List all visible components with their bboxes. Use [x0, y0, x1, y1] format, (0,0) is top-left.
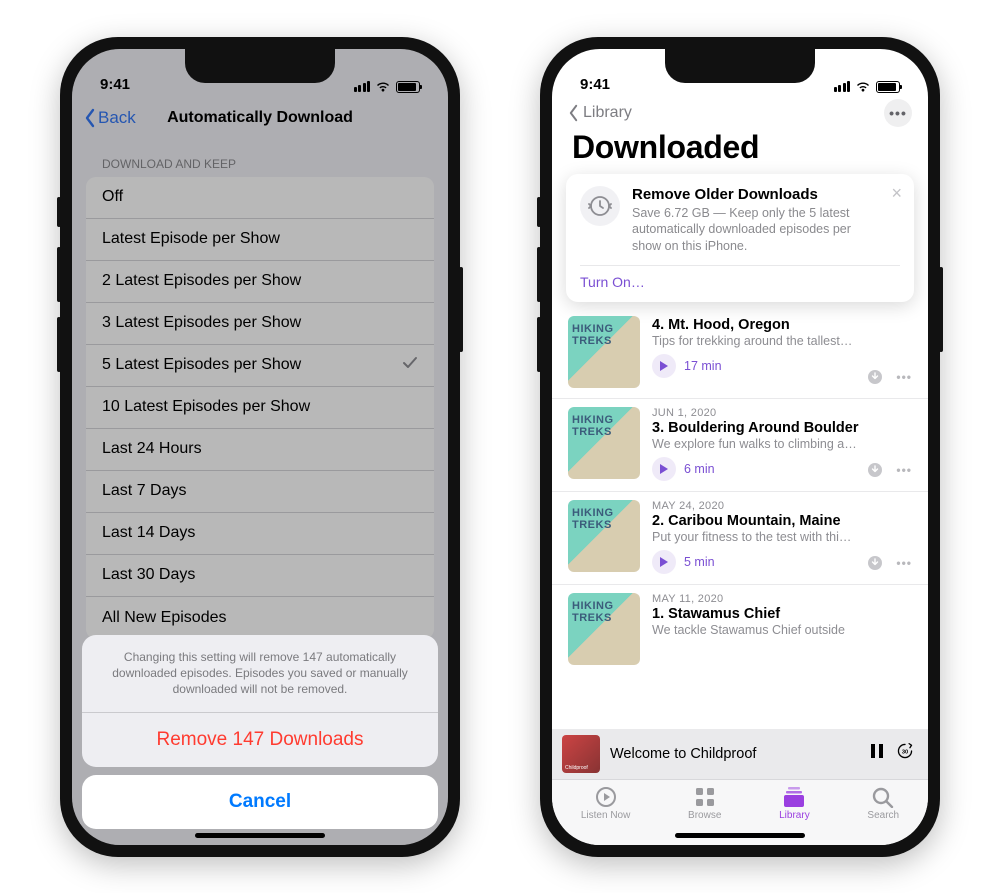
- nav-bar: Library •••: [552, 97, 928, 127]
- search-icon: [871, 786, 895, 808]
- remove-older-banner: × Remove Older Downloads Save 6.72 GB — …: [566, 174, 914, 303]
- episode-duration: 5 min: [684, 555, 715, 569]
- downloaded-icon: [868, 463, 882, 477]
- library-icon: [782, 786, 806, 808]
- episode-more-button[interactable]: •••: [896, 556, 912, 570]
- episode-date: May 11, 2020: [652, 593, 912, 605]
- podcast-artwork: [568, 593, 640, 665]
- skip-forward-30-button[interactable]: 30: [896, 742, 914, 765]
- tab-listen-now[interactable]: Listen Now: [581, 786, 630, 821]
- play-button[interactable]: [652, 354, 676, 378]
- episode-row[interactable]: May 11, 2020 1. Stawamus Chief We tackle…: [552, 585, 928, 675]
- action-sheet-message: Changing this setting will remove 147 au…: [82, 635, 438, 713]
- remove-downloads-button[interactable]: Remove 147 Downloads: [82, 713, 438, 767]
- play-button[interactable]: [652, 550, 676, 574]
- tab-label: Listen Now: [581, 810, 630, 821]
- more-button[interactable]: •••: [884, 99, 912, 127]
- tab-label: Search: [867, 810, 899, 821]
- library-back-button[interactable]: Library: [568, 104, 632, 122]
- episode-row[interactable]: 4. Mt. Hood, Oregon Tips for trekking ar…: [552, 308, 928, 399]
- turn-on-button[interactable]: Turn On…: [580, 265, 900, 290]
- episode-title: 4. Mt. Hood, Oregon: [652, 317, 912, 333]
- now-playing-bar[interactable]: Welcome to Childproof 30: [552, 729, 928, 779]
- ellipsis-icon: •••: [889, 105, 907, 121]
- episode-title: 1. Stawamus Chief: [652, 606, 912, 622]
- phone-left: 9:41 Back Automatically Download Downloa…: [60, 37, 460, 857]
- now-playing-title: Welcome to Childproof: [610, 746, 858, 762]
- episode-desc: Put your fitness to the test with thi…: [652, 530, 912, 544]
- battery-icon: [876, 81, 900, 93]
- downloaded-icon: [868, 556, 882, 570]
- podcast-artwork: [568, 407, 640, 479]
- page-title: Downloaded: [552, 127, 928, 174]
- episode-desc: Tips for trekking around the tallest…: [652, 334, 912, 348]
- status-bar: 9:41: [552, 49, 928, 97]
- phone-right: 9:41 Library ••• Downloaded ×: [540, 37, 940, 857]
- grid-icon: [693, 786, 717, 808]
- banner-desc: Save 6.72 GB — Keep only the 5 latest au…: [632, 205, 862, 256]
- episode-duration: 17 min: [684, 359, 722, 373]
- tab-label: Library: [779, 810, 810, 821]
- tab-browse[interactable]: Browse: [688, 786, 721, 821]
- episode-title: 2. Caribou Mountain, Maine: [652, 513, 912, 529]
- chevron-left-icon: [568, 104, 579, 122]
- episode-list[interactable]: 4. Mt. Hood, Oregon Tips for trekking ar…: [552, 308, 928, 728]
- tab-library[interactable]: Library: [779, 786, 810, 821]
- cancel-button[interactable]: Cancel: [82, 775, 438, 829]
- episode-row[interactable]: Jun 1, 2020 3. Bouldering Around Boulder…: [552, 399, 928, 492]
- home-indicator[interactable]: [675, 833, 805, 838]
- podcast-artwork: [568, 316, 640, 388]
- episode-title: 3. Bouldering Around Boulder: [652, 420, 912, 436]
- wifi-icon: [855, 81, 871, 93]
- now-playing-artwork: [562, 735, 600, 773]
- status-time: 9:41: [580, 76, 610, 93]
- episode-date: Jun 1, 2020: [652, 407, 912, 419]
- episode-desc: We tackle Stawamus Chief outside: [652, 623, 912, 637]
- banner-title: Remove Older Downloads: [632, 186, 862, 203]
- history-icon: [580, 186, 620, 226]
- pause-button[interactable]: [868, 742, 886, 765]
- svg-text:30: 30: [902, 749, 908, 755]
- cellular-icon: [834, 81, 851, 92]
- action-sheet: Changing this setting will remove 147 au…: [82, 635, 438, 829]
- podcast-artwork: [568, 500, 640, 572]
- close-icon[interactable]: ×: [891, 184, 902, 202]
- episode-date: May 24, 2020: [652, 500, 912, 512]
- back-label: Library: [583, 104, 632, 122]
- play-button[interactable]: [652, 457, 676, 481]
- tab-search[interactable]: Search: [867, 786, 899, 821]
- episode-duration: 6 min: [684, 462, 715, 476]
- episode-more-button[interactable]: •••: [896, 370, 912, 384]
- play-circle-icon: [594, 786, 618, 808]
- episode-desc: We explore fun walks to climbing a…: [652, 437, 912, 451]
- episode-more-button[interactable]: •••: [896, 463, 912, 477]
- episode-row[interactable]: May 24, 2020 2. Caribou Mountain, Maine …: [552, 492, 928, 585]
- tab-label: Browse: [688, 810, 721, 821]
- downloaded-icon: [868, 370, 882, 384]
